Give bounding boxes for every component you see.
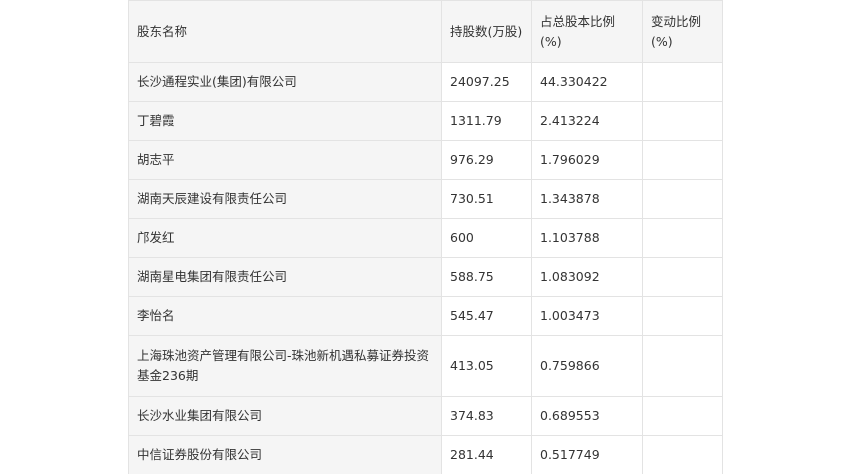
cell-change-ratio xyxy=(642,62,723,102)
header-change-ratio: 变动比例(%) xyxy=(642,0,723,63)
header-shares: 持股数(万股) xyxy=(441,0,532,63)
cell-change-ratio xyxy=(642,140,723,180)
cell-shares: 374.83 xyxy=(441,396,532,436)
cell-shareholder-name: 长沙通程实业(集团)有限公司 xyxy=(128,62,442,102)
header-row: 股东名称 持股数(万股) 占总股本比例(%) 变动比例(%) xyxy=(128,0,723,63)
cell-shareholder-name: 李怡名 xyxy=(128,296,442,336)
header-share-ratio: 占总股本比例(%) xyxy=(531,0,643,63)
cell-change-ratio xyxy=(642,179,723,219)
table-row: 长沙通程实业(集团)有限公司 24097.25 44.330422 xyxy=(128,62,723,102)
table-row: 湖南星电集团有限责任公司 588.75 1.083092 xyxy=(128,257,723,297)
cell-share-ratio: 0.759866 xyxy=(531,335,643,397)
table-row: 李怡名 545.47 1.003473 xyxy=(128,296,723,336)
page: 股东名称 持股数(万股) 占总股本比例(%) 变动比例(%) 长沙通程实业(集团… xyxy=(0,0,850,474)
cell-shares: 976.29 xyxy=(441,140,532,180)
table-header: 股东名称 持股数(万股) 占总股本比例(%) 变动比例(%) xyxy=(128,0,723,63)
cell-change-ratio xyxy=(642,257,723,297)
table-body: 长沙通程实业(集团)有限公司 24097.25 44.330422 丁碧霞 13… xyxy=(128,62,723,474)
cell-share-ratio: 1.003473 xyxy=(531,296,643,336)
cell-change-ratio xyxy=(642,296,723,336)
header-shareholder-name: 股东名称 xyxy=(128,0,442,63)
table-row: 湖南天辰建设有限责任公司 730.51 1.343878 xyxy=(128,179,723,219)
cell-share-ratio: 1.343878 xyxy=(531,179,643,219)
cell-share-ratio: 1.083092 xyxy=(531,257,643,297)
shareholder-table: 股东名称 持股数(万股) 占总股本比例(%) 变动比例(%) 长沙通程实业(集团… xyxy=(128,0,723,474)
table-row: 邝发红 600 1.103788 xyxy=(128,218,723,258)
cell-shares: 730.51 xyxy=(441,179,532,219)
table-row: 胡志平 976.29 1.796029 xyxy=(128,140,723,180)
cell-shareholder-name: 胡志平 xyxy=(128,140,442,180)
cell-shares: 1311.79 xyxy=(441,101,532,141)
table-row: 丁碧霞 1311.79 2.413224 xyxy=(128,101,723,141)
table-row: 中信证券股份有限公司 281.44 0.517749 xyxy=(128,435,723,474)
cell-change-ratio xyxy=(642,101,723,141)
cell-shareholder-name: 邝发红 xyxy=(128,218,442,258)
cell-share-ratio: 2.413224 xyxy=(531,101,643,141)
cell-change-ratio xyxy=(642,218,723,258)
cell-shares: 413.05 xyxy=(441,335,532,397)
table-row: 长沙水业集团有限公司 374.83 0.689553 xyxy=(128,396,723,436)
cell-shares: 281.44 xyxy=(441,435,532,474)
cell-shareholder-name: 长沙水业集团有限公司 xyxy=(128,396,442,436)
cell-shares: 588.75 xyxy=(441,257,532,297)
cell-change-ratio xyxy=(642,396,723,436)
table-row: 上海珠池资产管理有限公司-珠池新机遇私募证券投资基金236期 413.05 0.… xyxy=(128,335,723,397)
cell-shareholder-name: 丁碧霞 xyxy=(128,101,442,141)
cell-shareholder-name: 湖南天辰建设有限责任公司 xyxy=(128,179,442,219)
cell-shares: 545.47 xyxy=(441,296,532,336)
cell-shareholder-name: 中信证券股份有限公司 xyxy=(128,435,442,474)
cell-share-ratio: 0.517749 xyxy=(531,435,643,474)
cell-shareholder-name: 上海珠池资产管理有限公司-珠池新机遇私募证券投资基金236期 xyxy=(128,335,442,397)
cell-share-ratio: 1.103788 xyxy=(531,218,643,258)
cell-share-ratio: 44.330422 xyxy=(531,62,643,102)
cell-change-ratio xyxy=(642,435,723,474)
cell-change-ratio xyxy=(642,335,723,397)
cell-shareholder-name: 湖南星电集团有限责任公司 xyxy=(128,257,442,297)
cell-shares: 600 xyxy=(441,218,532,258)
cell-shares: 24097.25 xyxy=(441,62,532,102)
cell-share-ratio: 1.796029 xyxy=(531,140,643,180)
cell-share-ratio: 0.689553 xyxy=(531,396,643,436)
